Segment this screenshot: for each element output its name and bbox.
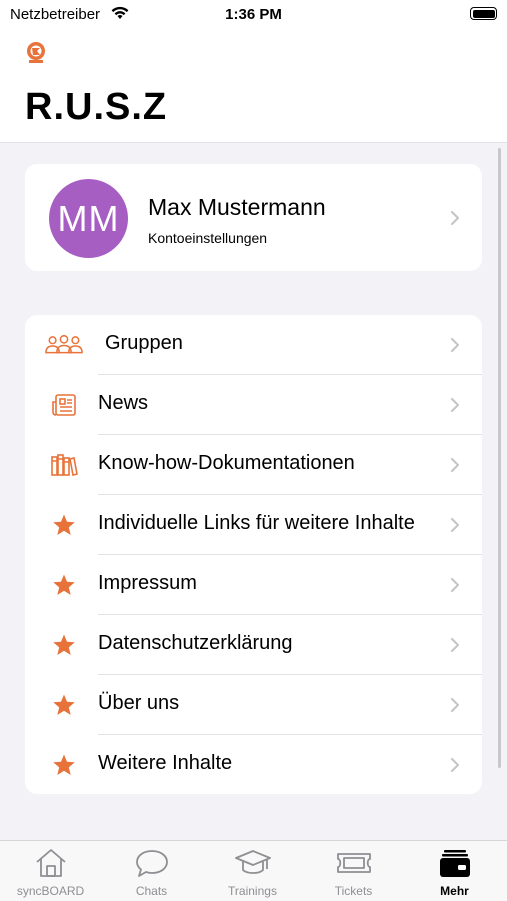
clock: 1:36 PM (225, 6, 282, 23)
tab-chats[interactable]: Chats (101, 841, 202, 901)
menu-item-label: Datenschutzerklärung (98, 632, 293, 654)
star-icon (45, 571, 83, 599)
menu-item-impressum[interactable]: Impressum (25, 555, 482, 615)
books-icon (45, 451, 83, 479)
scrollbar[interactable] (498, 148, 501, 768)
menu-item-weitere-inhalte[interactable]: Weitere Inhalte (25, 735, 482, 795)
chevron-right-icon (451, 698, 459, 712)
page-header: R.U.S.Z (0, 28, 507, 143)
chevron-right-icon (451, 338, 459, 352)
tab-label: Mehr (440, 884, 469, 898)
menu-item-news[interactable]: News (25, 375, 482, 435)
menu-item-label: Gruppen (105, 332, 183, 354)
menu-item-label: News (98, 392, 149, 414)
chevron-right-icon (451, 758, 459, 772)
tab-label: syncBOARD (16, 884, 85, 898)
menu-item-know-how[interactable]: Know-how-Dokumentationen (25, 435, 482, 495)
star-icon (45, 631, 83, 659)
newspaper-icon (45, 391, 83, 419)
groups-icon (45, 331, 83, 359)
chevron-right-icon (451, 458, 459, 472)
status-bar: Netzbetreiber 1:36 PM (0, 0, 507, 28)
rusz-logo-icon (27, 42, 45, 63)
graduation-cap-icon (202, 847, 303, 879)
menu-item-individuelle-links[interactable]: Individuelle Links für weitere Inhalte (25, 495, 482, 555)
avatar: MM (49, 179, 128, 258)
page-title: R.U.S.Z (25, 86, 168, 128)
menu-item-label: Individuelle Links für weitere Inhalte (98, 512, 415, 534)
menu-item-label: Weitere Inhalte (98, 752, 233, 774)
home-icon (0, 847, 101, 879)
chevron-right-icon (451, 211, 459, 225)
profile-card[interactable]: MM Max Mustermann Kontoeinstellungen (25, 164, 482, 271)
star-icon (45, 751, 83, 779)
menu-item-label: Know-how-Dokumentationen (98, 452, 355, 474)
menu-item-label: Impressum (98, 572, 197, 594)
tab-label: Chats (135, 884, 168, 898)
menu-item-gruppen[interactable]: Gruppen (25, 315, 482, 375)
menu-item-ueber-uns[interactable]: Über uns (25, 675, 482, 735)
menu-item-label: Über uns (98, 692, 180, 714)
tab-label: Tickets (334, 884, 373, 898)
tab-tickets[interactable]: Tickets (303, 841, 404, 901)
menu-list: Gruppen News Know-how-Dokumentationen In… (25, 315, 482, 794)
chevron-right-icon (451, 518, 459, 532)
chevron-right-icon (451, 578, 459, 592)
tab-bar: syncBOARD Chats Trainings Tickets Mehr (0, 840, 507, 901)
chat-bubble-icon (101, 847, 202, 879)
tab-label: Trainings (228, 884, 277, 898)
wallet-icon (404, 847, 505, 879)
chevron-right-icon (451, 398, 459, 412)
account-settings-label: Kontoeinstellungen (148, 230, 268, 246)
profile-name: Max Mustermann (148, 194, 326, 220)
star-icon (45, 511, 83, 539)
tab-trainings[interactable]: Trainings (202, 841, 303, 901)
ticket-icon (303, 847, 404, 879)
tab-mehr[interactable]: Mehr (404, 841, 505, 901)
star-icon (45, 691, 83, 719)
tab-syncboard[interactable]: syncBOARD (0, 841, 101, 901)
chevron-right-icon (451, 638, 459, 652)
battery-icon (470, 7, 497, 20)
menu-item-datenschutzerklaerung[interactable]: Datenschutzerklärung (25, 615, 482, 675)
